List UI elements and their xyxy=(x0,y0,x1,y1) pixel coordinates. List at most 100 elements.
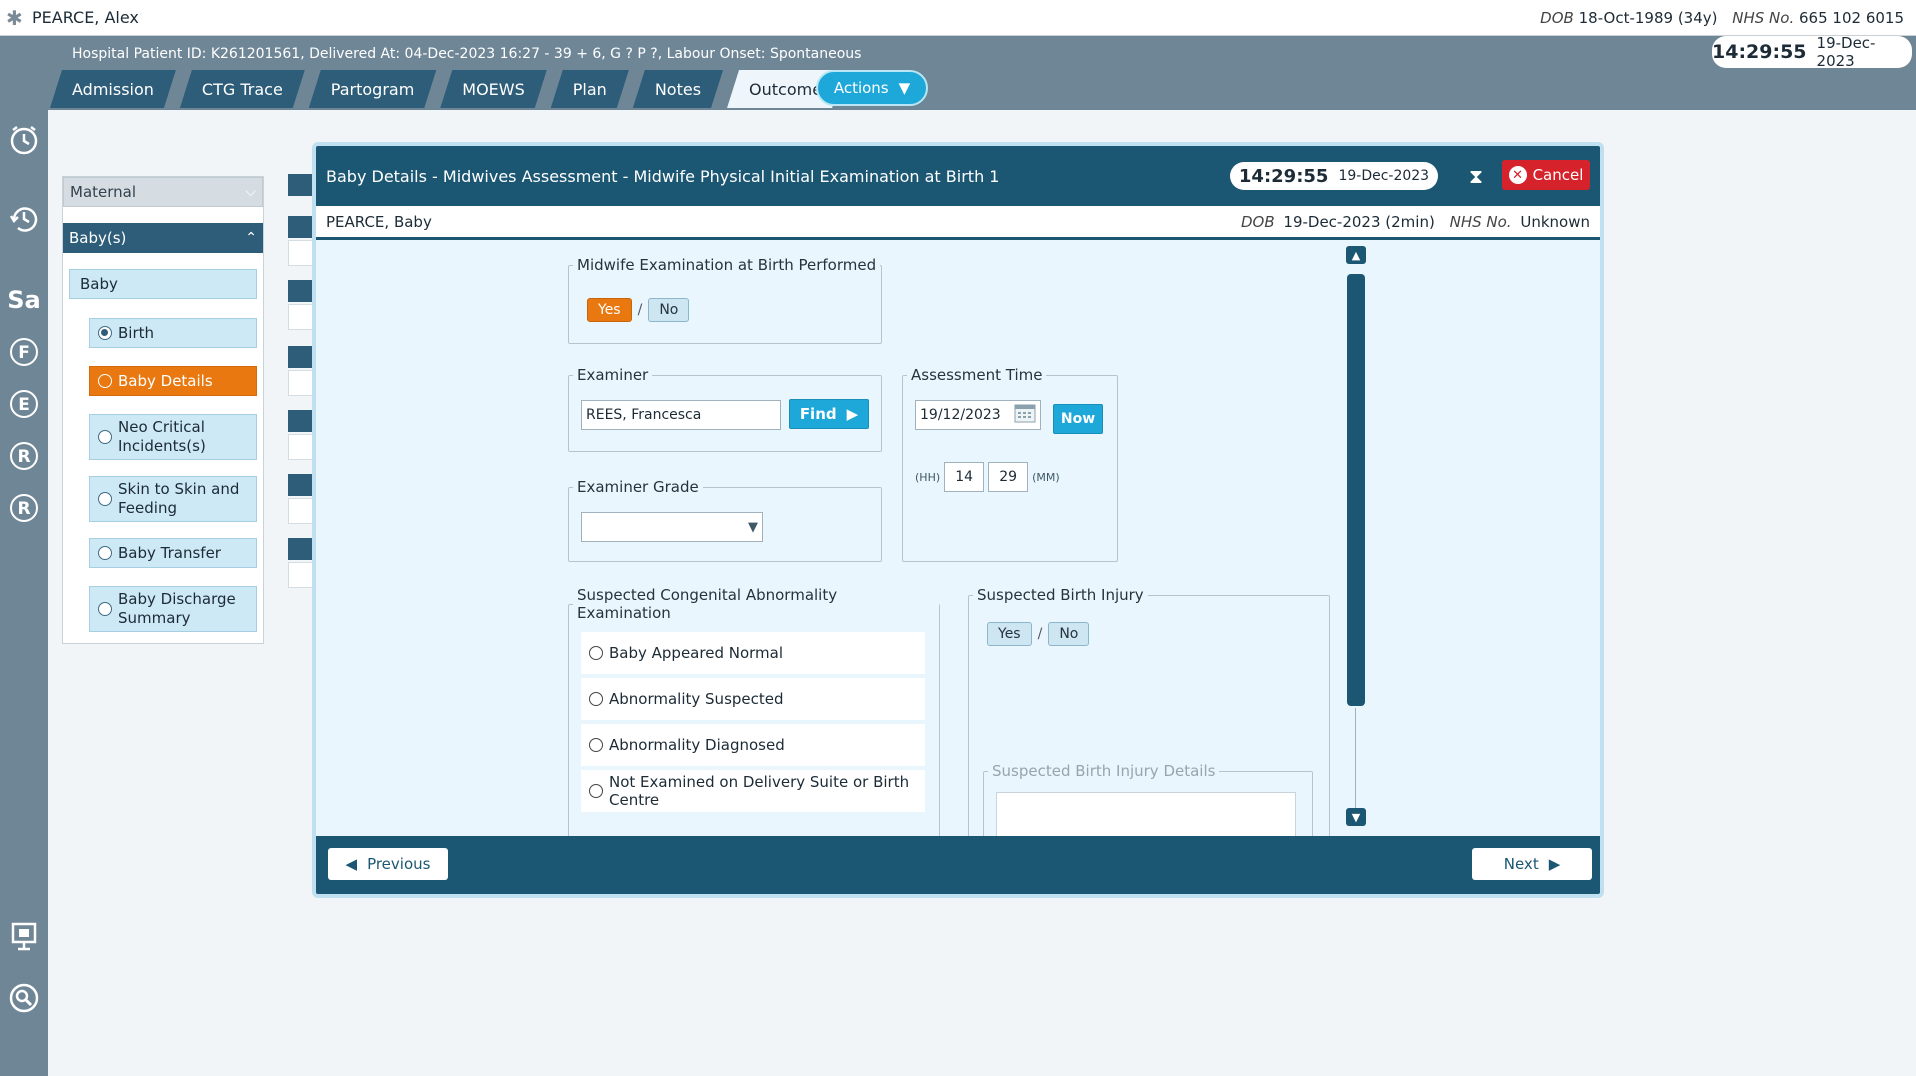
scroll-up-icon[interactable]: ▲ xyxy=(1346,246,1366,264)
nav-item-baby-details[interactable]: Baby Details xyxy=(89,366,257,396)
nav-baby[interactable]: Baby xyxy=(69,269,257,299)
option-abnormality-diagnosed[interactable]: Abnormality Diagnosed xyxy=(581,724,925,766)
nav-item-skin-to-skin[interactable]: Skin to Skin and Feeding xyxy=(89,476,257,522)
slash: / xyxy=(1037,626,1043,642)
radio-icon xyxy=(98,492,112,506)
tab-plan[interactable]: Plan xyxy=(551,70,629,108)
option-label: Not Examined on Delivery Suite or Birth … xyxy=(609,773,910,809)
actions-button[interactable]: Actions ▼ xyxy=(816,70,928,106)
next-button[interactable]: Next ▶ xyxy=(1472,848,1592,880)
option-baby-appeared-normal[interactable]: Baby Appeared Normal xyxy=(581,632,925,674)
episode-header: Hospital Patient ID: K261201561, Deliver… xyxy=(0,36,1916,110)
radio-icon xyxy=(98,374,112,388)
radio-icon xyxy=(589,646,603,660)
radio-icon xyxy=(98,602,112,616)
examiner-legend: Examiner xyxy=(577,366,649,384)
exam-performed-toggle: Yes / No xyxy=(587,298,690,322)
bg-row xyxy=(288,474,314,496)
mm-label: (MM) xyxy=(1032,470,1060,484)
exam-performed-yes[interactable]: Yes xyxy=(587,298,632,322)
history-clock-icon[interactable] xyxy=(6,200,42,236)
baby-details-dialog: Baby Details - Midwives Assessment - Mid… xyxy=(312,142,1604,898)
radio-icon xyxy=(589,692,603,706)
e-icon[interactable]: E xyxy=(6,386,42,422)
dialog-clock: 14:29:55 19-Dec-2023 xyxy=(1230,162,1438,190)
r2-icon[interactable]: R xyxy=(6,490,42,526)
scroll-thumb[interactable] xyxy=(1347,274,1365,706)
nav-item-baby-discharge-summary[interactable]: Baby Discharge Summary xyxy=(89,586,257,632)
tab-ctg-trace[interactable]: CTG Trace xyxy=(180,70,305,108)
option-label: Abnormality Suspected xyxy=(609,690,784,708)
cancel-label: Cancel xyxy=(1532,166,1584,184)
now-button[interactable]: Now xyxy=(1053,404,1103,434)
arrow-right-icon: ▶ xyxy=(1548,855,1561,873)
hourglass-icon[interactable]: ⧗ xyxy=(1464,164,1488,188)
bg-row xyxy=(288,410,314,432)
birth-injury-no[interactable]: No xyxy=(1048,622,1090,646)
baby-nhs-number: Unknown xyxy=(1520,212,1590,231)
examiner-input[interactable]: REES, Francesca xyxy=(581,400,781,430)
find-button[interactable]: Find ▶ xyxy=(789,399,869,429)
e-letter: E xyxy=(18,395,30,415)
dialog-clock-time: 14:29:55 xyxy=(1238,165,1329,187)
f-letter: F xyxy=(18,343,30,363)
tab-moews[interactable]: MOEWS xyxy=(440,70,546,108)
tab-partogram[interactable]: Partogram xyxy=(309,70,437,108)
dialog-scrollbar[interactable]: ▲ ▼ xyxy=(1346,240,1366,836)
f-icon[interactable]: F xyxy=(6,334,42,370)
dialog-content: Midwife Examination at Birth Performed Y… xyxy=(316,240,1600,836)
examiner-grade-group: Examiner Grade ▼ xyxy=(568,478,882,562)
bg-row xyxy=(288,434,314,460)
play-arrow-icon: ▶ xyxy=(846,405,859,423)
congenital-legend: Suspected Congenital Abnormality Examina… xyxy=(577,586,838,622)
bg-row xyxy=(288,174,314,196)
baby-identifiers: DOB 19-Dec-2023 (2min) NHS No. Unknown xyxy=(1231,213,1590,231)
r-icon[interactable]: R xyxy=(6,438,42,474)
birth-injury-yes[interactable]: Yes xyxy=(987,622,1032,646)
option-not-examined[interactable]: Not Examined on Delivery Suite or Birth … xyxy=(581,770,925,812)
bg-row xyxy=(288,538,314,560)
alarm-clock-icon[interactable] xyxy=(6,122,42,158)
congenital-abnormality-group: Suspected Congenital Abnormality Examina… xyxy=(568,586,940,836)
presentation-icon[interactable] xyxy=(6,918,42,954)
birth-injury-details-textarea[interactable] xyxy=(996,792,1296,836)
minute-input[interactable]: 29 xyxy=(988,462,1029,492)
nav-maternal[interactable]: Maternal ⌵ xyxy=(63,177,263,207)
previous-button[interactable]: ◀ Previous xyxy=(328,848,448,880)
r2-letter: R xyxy=(17,499,30,519)
left-icon-rail: Sa F E R R xyxy=(0,110,48,1076)
option-abnormality-suspected[interactable]: Abnormality Suspected xyxy=(581,678,925,720)
patient-dob: 18-Oct-1989 (34y) xyxy=(1578,8,1718,27)
assessment-time-fields: (HH) 14 29 (MM) xyxy=(915,462,1060,492)
cancel-button[interactable]: ✕ Cancel xyxy=(1502,160,1590,190)
assessment-time-group: Assessment Time 19/12/2023 Now (HH) 14 2… xyxy=(902,366,1118,562)
nav-babies[interactable]: Baby(s) ⌃ xyxy=(63,223,263,253)
nav-maternal-label: Maternal xyxy=(70,183,137,201)
tab-notes[interactable]: Notes xyxy=(633,70,723,108)
exam-performed-legend: Midwife Examination at Birth Performed xyxy=(577,256,877,274)
scroll-down-icon[interactable]: ▼ xyxy=(1346,808,1366,826)
calendar-icon[interactable] xyxy=(1014,403,1036,427)
nav-item-birth[interactable]: Birth xyxy=(89,318,257,348)
nav-item-baby-transfer[interactable]: Baby Transfer xyxy=(89,538,257,568)
bg-row xyxy=(288,216,314,238)
patient-nhs-number: 665 102 6015 xyxy=(1799,8,1904,27)
nav-item-neo-critical-incidents[interactable]: Neo Critical Incidents(s) xyxy=(89,414,257,460)
radio-icon xyxy=(589,784,603,798)
bg-row xyxy=(288,304,314,330)
favourite-star-icon[interactable]: ✱ xyxy=(6,6,32,30)
search-icon[interactable] xyxy=(6,980,42,1016)
bg-row xyxy=(288,498,314,524)
assessment-date-input[interactable]: 19/12/2023 xyxy=(915,400,1041,430)
dialog-title: Baby Details - Midwives Assessment - Mid… xyxy=(326,166,1000,186)
nav-item-label: Neo Critical Incidents(s) xyxy=(118,418,206,455)
examiner-grade-select[interactable]: ▼ xyxy=(581,512,763,542)
tab-admission[interactable]: Admission xyxy=(50,70,176,108)
sa-icon[interactable]: Sa xyxy=(6,282,42,318)
exam-performed-no[interactable]: No xyxy=(648,298,690,322)
bg-row xyxy=(288,346,314,368)
header-clock: 14:29:55 19-Dec-2023 xyxy=(1712,34,1912,70)
patient-banner: ✱ PEARCE, Alex DOB 18-Oct-1989 (34y) NHS… xyxy=(0,0,1916,36)
caret-down-icon: ▼ xyxy=(748,519,758,535)
hour-input[interactable]: 14 xyxy=(944,462,985,492)
